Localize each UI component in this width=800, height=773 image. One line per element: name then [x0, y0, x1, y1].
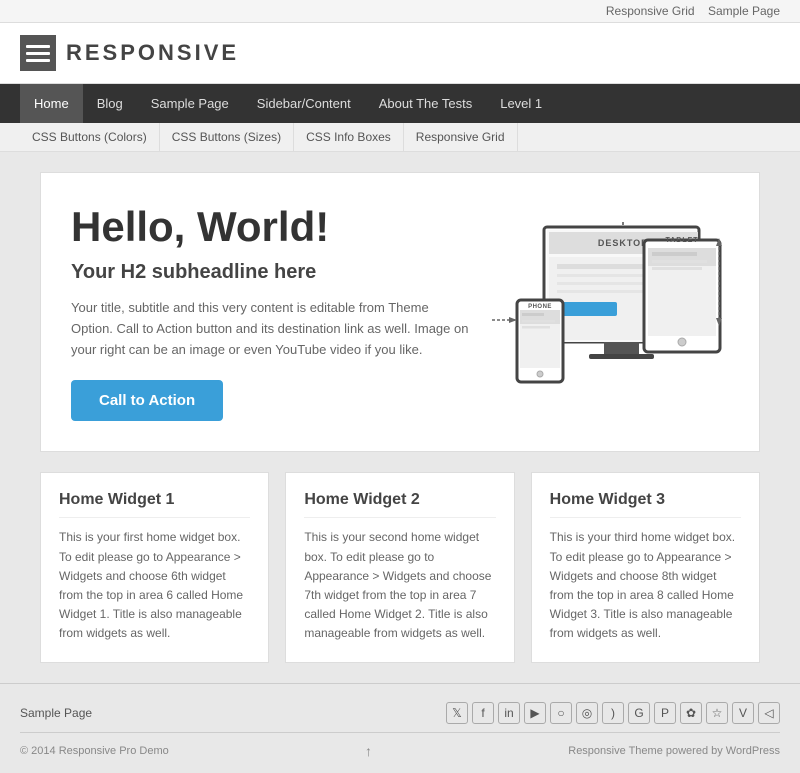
sub-nav-link-responsive-grid[interactable]: Responsive Grid — [404, 123, 518, 151]
nav-link-about[interactable]: About The Tests — [365, 84, 486, 123]
footer-bottom: © 2014 Responsive Pro Demo ↑ Responsive … — [20, 739, 780, 763]
sub-nav: CSS Buttons (Colors) CSS Buttons (Sizes)… — [0, 123, 800, 152]
site-footer: Sample Page 𝕏 f in ▶ ○ ◎ ) G P ✿ ☆ V ◁ ©… — [0, 683, 800, 773]
tablet-label: TABLET — [665, 237, 698, 244]
footer-powered-by: Responsive Theme powered by WordPress — [568, 745, 780, 757]
sub-nav-css-buttons-colors[interactable]: CSS Buttons (Colors) — [20, 123, 160, 151]
social-icon-facebook[interactable]: f — [472, 702, 494, 724]
social-icon-linkedin[interactable]: in — [498, 702, 520, 724]
devices-svg: DESKTOP TABLET PHONE — [489, 222, 729, 402]
logo-bar-3 — [26, 59, 50, 62]
desktop-label: DESKTOP — [598, 238, 648, 248]
nav-item-blog[interactable]: Blog — [83, 84, 137, 123]
sub-nav-responsive-grid[interactable]: Responsive Grid — [404, 123, 518, 151]
footer-sample-page-link[interactable]: Sample Page — [20, 706, 92, 720]
footer-top: Sample Page 𝕏 f in ▶ ○ ◎ ) G P ✿ ☆ V ◁ — [20, 694, 780, 733]
sub-nav-css-buttons-sizes[interactable]: CSS Buttons (Sizes) — [160, 123, 294, 151]
hero-h1: Hello, World! — [71, 203, 469, 251]
nav-link-sample[interactable]: Sample Page — [137, 84, 243, 123]
widget-1: Home Widget 1 This is your first home wi… — [40, 472, 269, 662]
social-icon-back[interactable]: ◁ — [758, 702, 780, 724]
phone-label: PHONE — [528, 304, 552, 310]
logo-bar-1 — [26, 45, 50, 48]
social-icon-instagram[interactable]: ◎ — [576, 702, 598, 724]
social-icon-circle1[interactable]: ○ — [550, 702, 572, 724]
site-logo: RESPONSIVE — [20, 35, 239, 71]
hero-body: Your title, subtitle and this very conte… — [71, 298, 469, 360]
hero-h2: Your H2 subheadline here — [71, 261, 469, 284]
sub-nav-list: CSS Buttons (Colors) CSS Buttons (Sizes)… — [20, 123, 780, 151]
sub-nav-link-css-buttons-sizes[interactable]: CSS Buttons (Sizes) — [160, 123, 294, 151]
logo-icon — [20, 35, 56, 71]
social-icon-youtube[interactable]: ▶ — [524, 702, 546, 724]
nav-link-blog[interactable]: Blog — [83, 84, 137, 123]
sub-nav-css-info-boxes[interactable]: CSS Info Boxes — [294, 123, 404, 151]
social-icon-googleplus[interactable]: G — [628, 702, 650, 724]
social-icon-pinterest[interactable]: P — [654, 702, 676, 724]
hero-section: Hello, World! Your H2 subheadline here Y… — [40, 172, 760, 452]
main-nav: Home Blog Sample Page Sidebar/Content Ab… — [0, 84, 800, 123]
sub-nav-link-css-info-boxes[interactable]: CSS Info Boxes — [294, 123, 404, 151]
footer-inner: Sample Page 𝕏 f in ▶ ○ ◎ ) G P ✿ ☆ V ◁ ©… — [20, 694, 780, 763]
widgets-section: Home Widget 1 This is your first home wi… — [40, 472, 760, 662]
widget-2: Home Widget 2 This is your second home w… — [285, 472, 514, 662]
sub-nav-link-css-buttons-colors[interactable]: CSS Buttons (Colors) — [20, 123, 160, 151]
social-icons: 𝕏 f in ▶ ○ ◎ ) G P ✿ ☆ V ◁ — [446, 702, 780, 724]
logo-bar-2 — [26, 52, 50, 55]
widget-1-title: Home Widget 1 — [59, 491, 250, 518]
main-nav-list: Home Blog Sample Page Sidebar/Content Ab… — [20, 84, 780, 123]
hero-devices: DESKTOP TABLET PHONE — [489, 222, 729, 402]
top-bar: Responsive Grid Sample Page — [0, 0, 800, 23]
social-icon-twitter[interactable]: 𝕏 — [446, 702, 468, 724]
widget-2-title: Home Widget 2 — [304, 491, 495, 518]
nav-item-sidebar[interactable]: Sidebar/Content — [243, 84, 365, 123]
topbar-sample-page[interactable]: Sample Page — [708, 4, 780, 18]
site-header: RESPONSIVE — [0, 23, 800, 84]
nav-item-home[interactable]: Home — [20, 84, 83, 123]
social-icon-rss[interactable]: ) — [602, 702, 624, 724]
widget-1-body: This is your first home widget box. To e… — [59, 528, 250, 643]
widget-3-title: Home Widget 3 — [550, 491, 741, 518]
hero-text: Hello, World! Your H2 subheadline here Y… — [71, 203, 469, 421]
nav-item-about[interactable]: About The Tests — [365, 84, 486, 123]
cta-button[interactable]: Call to Action — [71, 380, 223, 421]
nav-item-level1[interactable]: Level 1 — [486, 84, 556, 123]
nav-link-sidebar[interactable]: Sidebar/Content — [243, 84, 365, 123]
main-content: Hello, World! Your H2 subheadline here Y… — [20, 172, 780, 663]
widget-3-body: This is your third home widget box. To e… — [550, 528, 741, 643]
logo-text: RESPONSIVE — [66, 40, 239, 66]
nav-link-level1[interactable]: Level 1 — [486, 84, 556, 123]
widget-2-body: This is your second home widget box. To … — [304, 528, 495, 643]
social-icon-vimeo[interactable]: V — [732, 702, 754, 724]
topbar-responsive-grid[interactable]: Responsive Grid — [606, 4, 695, 18]
nav-item-sample[interactable]: Sample Page — [137, 84, 243, 123]
footer-copyright: © 2014 Responsive Pro Demo — [20, 745, 169, 757]
nav-link-home[interactable]: Home — [20, 84, 83, 123]
widget-3: Home Widget 3 This is your third home wi… — [531, 472, 760, 662]
social-icon-stumble[interactable]: ✿ — [680, 702, 702, 724]
social-icon-bookmark[interactable]: ☆ — [706, 702, 728, 724]
footer-arrow[interactable]: ↑ — [365, 743, 372, 759]
